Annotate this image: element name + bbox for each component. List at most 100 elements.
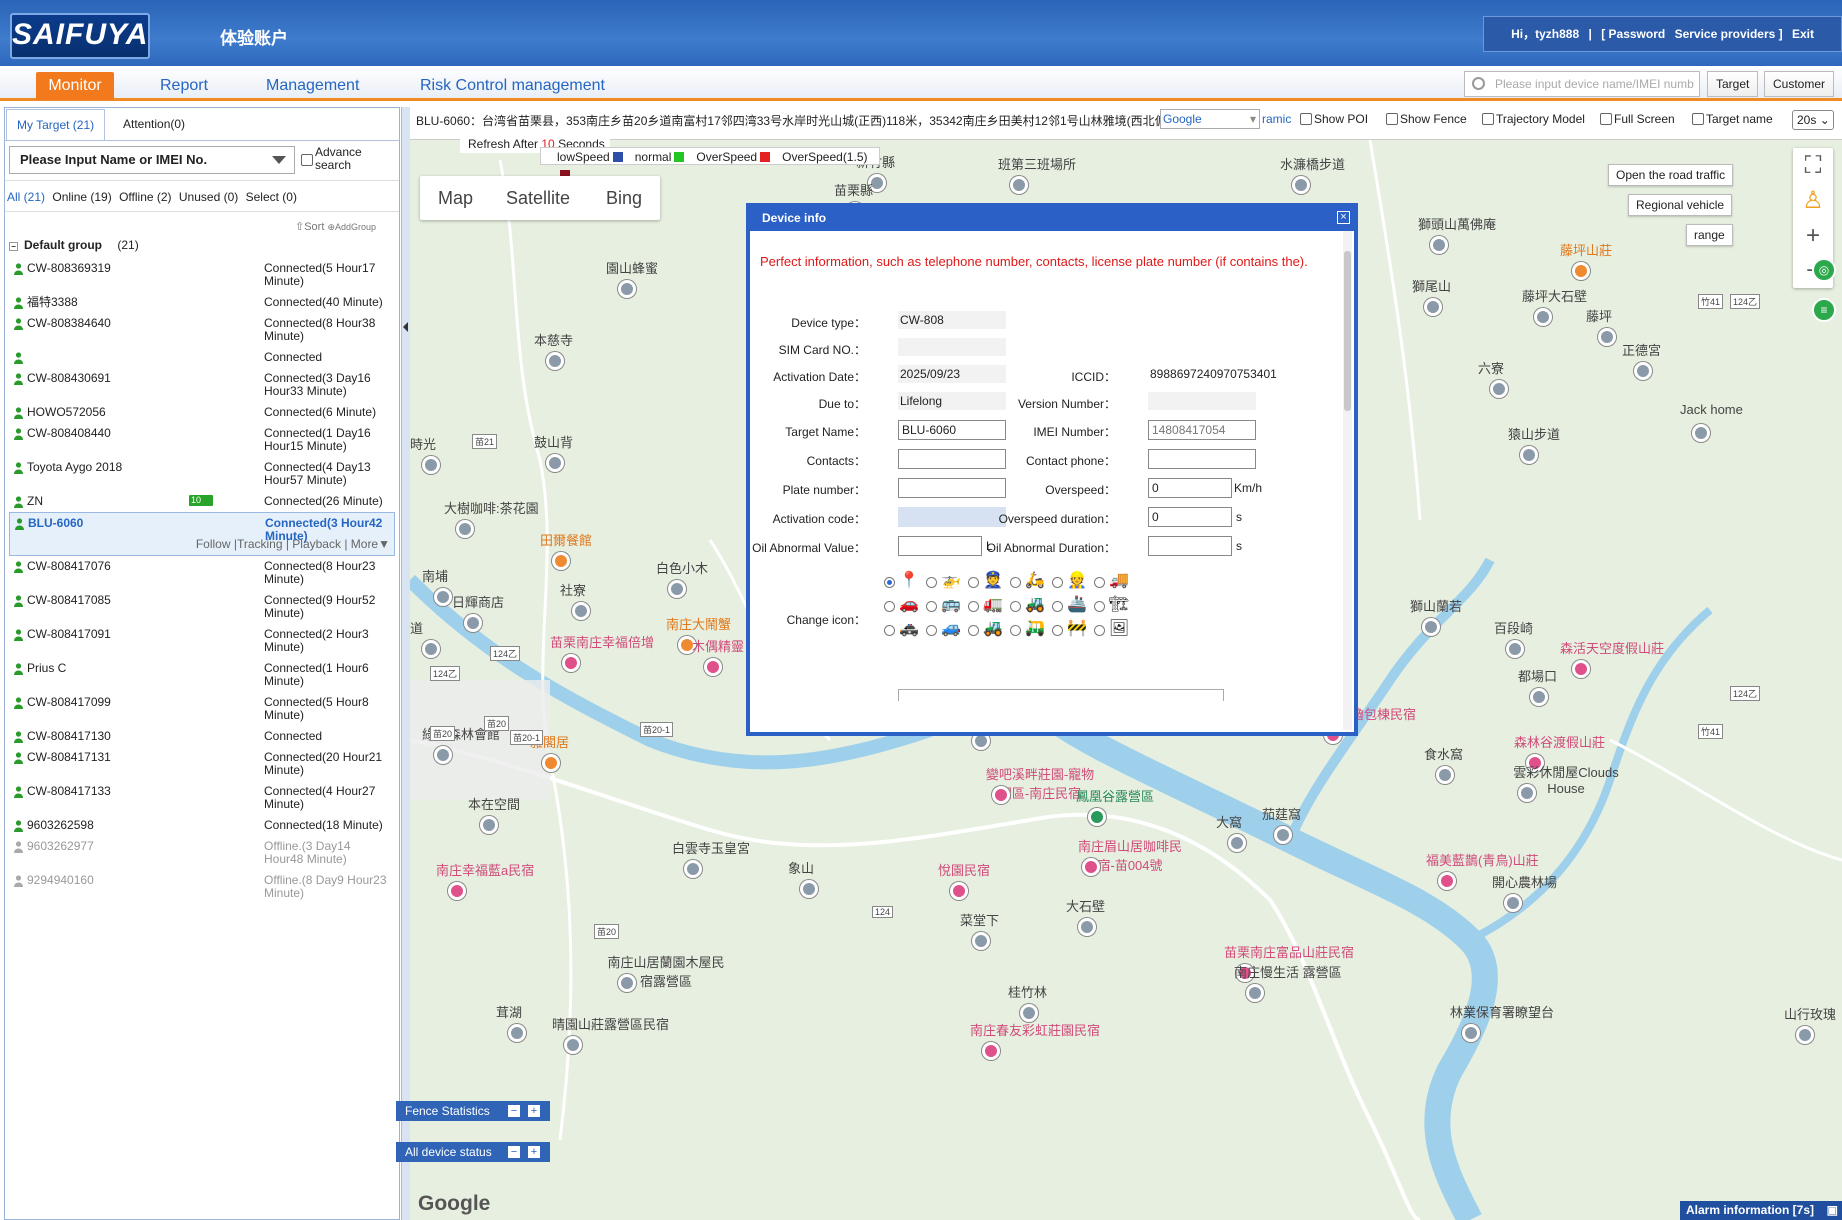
map-poi-icon[interactable]	[618, 974, 636, 992]
map-place-label[interactable]: 園山蜂蜜	[606, 258, 658, 277]
device-row[interactable]: CW-808417099 Connected(5 Hour8 Minute)	[9, 692, 395, 726]
map-place-label[interactable]: 森活天空度假山莊	[1560, 638, 1664, 657]
exit-link[interactable]: Exit	[1792, 27, 1814, 41]
map-poi-icon[interactable]	[1462, 1024, 1480, 1042]
street-view-icon[interactable]: ♙	[1793, 183, 1833, 218]
map-poi-icon[interactable]	[1246, 984, 1264, 1002]
device-name[interactable]: HOWO572056	[27, 406, 247, 419]
map-place-label[interactable]: 菜堂下	[960, 910, 999, 929]
trajectory-model-checkbox[interactable]: Trajectory Model	[1482, 112, 1585, 126]
device-name[interactable]: CW-808417091	[27, 628, 247, 641]
map-poi-icon[interactable]	[668, 580, 686, 598]
all-device-status-bar[interactable]: All device status − +	[396, 1142, 550, 1162]
filter-select[interactable]: Select (0)	[246, 190, 297, 204]
map-poi-icon[interactable]	[572, 602, 590, 620]
map-poi-icon[interactable]	[1430, 236, 1448, 254]
device-name[interactable]	[27, 351, 247, 364]
map-poi-icon[interactable]	[480, 816, 498, 834]
device-row[interactable]: Connected	[9, 347, 395, 368]
device-name[interactable]: ZN	[27, 495, 247, 508]
map-poi-icon[interactable]	[1530, 688, 1548, 706]
map-poi-icon[interactable]	[456, 520, 474, 538]
chevron-down-icon[interactable]	[272, 156, 286, 164]
overspeed-duration-input[interactable]: 0	[1148, 507, 1232, 527]
device-row[interactable]: 9603262977 Offline.(3 Day14 Hour48 Minute…	[9, 836, 395, 870]
icon-option-radio[interactable]	[1052, 625, 1063, 636]
device-name[interactable]: 9294940160	[27, 874, 247, 887]
device-name[interactable]: CW-808417133	[27, 785, 247, 798]
icon-option-radio[interactable]	[1010, 577, 1021, 588]
tab-risk-control[interactable]: Risk Control management	[412, 72, 613, 100]
map-poi-icon[interactable]	[1438, 872, 1456, 890]
map-provider-select[interactable]: Google ▾	[1160, 109, 1260, 129]
map-poi-icon[interactable]	[1796, 1026, 1814, 1044]
device-row[interactable]: Prius C Connected(1 Hour6 Minute)	[9, 658, 395, 692]
device-row[interactable]: CW-808369319 Connected(5 Hour17 Minute)	[9, 258, 395, 292]
map-poi-icon[interactable]	[422, 640, 440, 658]
icon-option-radio[interactable]	[926, 577, 937, 588]
map-poi-icon[interactable]	[1078, 918, 1096, 936]
map-poi-icon[interactable]	[1490, 380, 1508, 398]
map-type-map[interactable]: Map	[438, 176, 473, 220]
group-header[interactable]: − Default group (21)	[9, 238, 139, 252]
customer-button[interactable]: Customer	[1764, 71, 1835, 97]
tab-management[interactable]: Management	[258, 72, 367, 100]
map-place-label[interactable]: 苗栗縣	[834, 180, 873, 199]
map-poi-icon[interactable]	[464, 614, 482, 632]
device-row[interactable]: ZN Connected(26 Minute) 10	[9, 491, 395, 512]
map-type-bing[interactable]: Bing	[606, 176, 642, 220]
map-place-label[interactable]: 南庄幸福藍a民宿	[436, 860, 534, 879]
map-place-label[interactable]: 本在空間	[468, 794, 520, 813]
device-name[interactable]: 9603262977	[27, 840, 247, 853]
fence-statistics-bar[interactable]: Fence Statistics − +	[396, 1101, 550, 1121]
map-place-label[interactable]: 開心農林場	[1492, 872, 1557, 891]
map-place-label[interactable]: 木偶精靈	[692, 636, 744, 655]
map-poi-icon[interactable]	[1292, 176, 1310, 194]
device-row[interactable]: 9294940160 Offline.(8 Day9 Hour23 Minute)	[9, 870, 395, 904]
collapse-icon[interactable]: −	[9, 242, 18, 251]
device-row[interactable]: CW-808408440 Connected(1 Day16 Hour15 Min…	[9, 423, 395, 457]
icon-option-radio[interactable]	[884, 625, 895, 636]
device-name[interactable]: 9603262598	[27, 819, 247, 832]
device-row[interactable]: Toyota Aygo 2018 Connected(4 Day13 Hour57…	[9, 457, 395, 491]
icon-option-radio[interactable]	[926, 601, 937, 612]
map-poi-icon[interactable]	[1228, 834, 1246, 852]
map-place-label[interactable]: 日輝商店	[452, 592, 504, 611]
icon-option-radio[interactable]	[968, 577, 979, 588]
full-screen-checkbox[interactable]: Full Screen	[1600, 112, 1675, 126]
password-link[interactable]: [ Password	[1601, 27, 1665, 41]
device-name[interactable]: CW-808417130	[27, 730, 247, 743]
map-poi-icon[interactable]	[552, 552, 570, 570]
map-poi-icon[interactable]	[950, 882, 968, 900]
device-row[interactable]: CW-808417133 Connected(4 Hour27 Minute)	[9, 781, 395, 815]
map-place-label[interactable]: 苗栗南庄幸福倍增	[550, 632, 654, 651]
device-name[interactable]: BLU-6060	[28, 517, 248, 530]
map-place-label[interactable]: 林業保育署瞭望台	[1450, 1002, 1554, 1021]
collapse-arrow-icon[interactable]	[403, 322, 408, 332]
map-place-label[interactable]: 茄莛窩	[1262, 804, 1301, 823]
map-place-label[interactable]: 鼓山背	[534, 432, 573, 451]
device-row[interactable]: CW-808417130 Connected	[9, 726, 395, 747]
map-place-label[interactable]: 田爾餐館	[540, 530, 592, 549]
device-name[interactable]: CW-808417131	[27, 751, 247, 764]
map-place-label[interactable]: 桂竹林	[1008, 982, 1047, 1001]
map-poi-icon[interactable]	[434, 746, 452, 764]
device-name[interactable]: CW-808384640	[27, 317, 247, 330]
map-place-label[interactable]: Jack home	[1680, 402, 1743, 417]
map-place-label[interactable]: 福美藍鵲(青鳥)山莊	[1426, 850, 1539, 869]
map-place-label[interactable]: 時光	[410, 434, 436, 453]
alarm-information-bar[interactable]: Alarm information [7s] ▣	[1680, 1201, 1842, 1220]
map-poi-icon[interactable]	[1422, 618, 1440, 636]
map-place-label[interactable]: 茸湖	[496, 1002, 522, 1021]
add-group-button[interactable]: ⊕AddGroup	[327, 222, 376, 232]
target-name-checkbox[interactable]: Target name	[1692, 112, 1773, 126]
remark-input[interactable]	[898, 689, 1224, 701]
device-search-input[interactable]: Please input device name/IMEI numb	[1464, 71, 1700, 97]
range-button[interactable]: range	[1686, 224, 1733, 246]
dialog-scrollbar[interactable]	[1343, 231, 1352, 730]
advance-search-checkbox[interactable]	[301, 154, 313, 166]
map-poi-icon[interactable]	[704, 658, 722, 676]
map-poi-icon[interactable]	[1436, 766, 1454, 784]
device-row[interactable]: BLU-6060 Connected(3 Hour42 Minute) Follow…	[9, 512, 395, 556]
icon-option-radio[interactable]	[968, 625, 979, 636]
